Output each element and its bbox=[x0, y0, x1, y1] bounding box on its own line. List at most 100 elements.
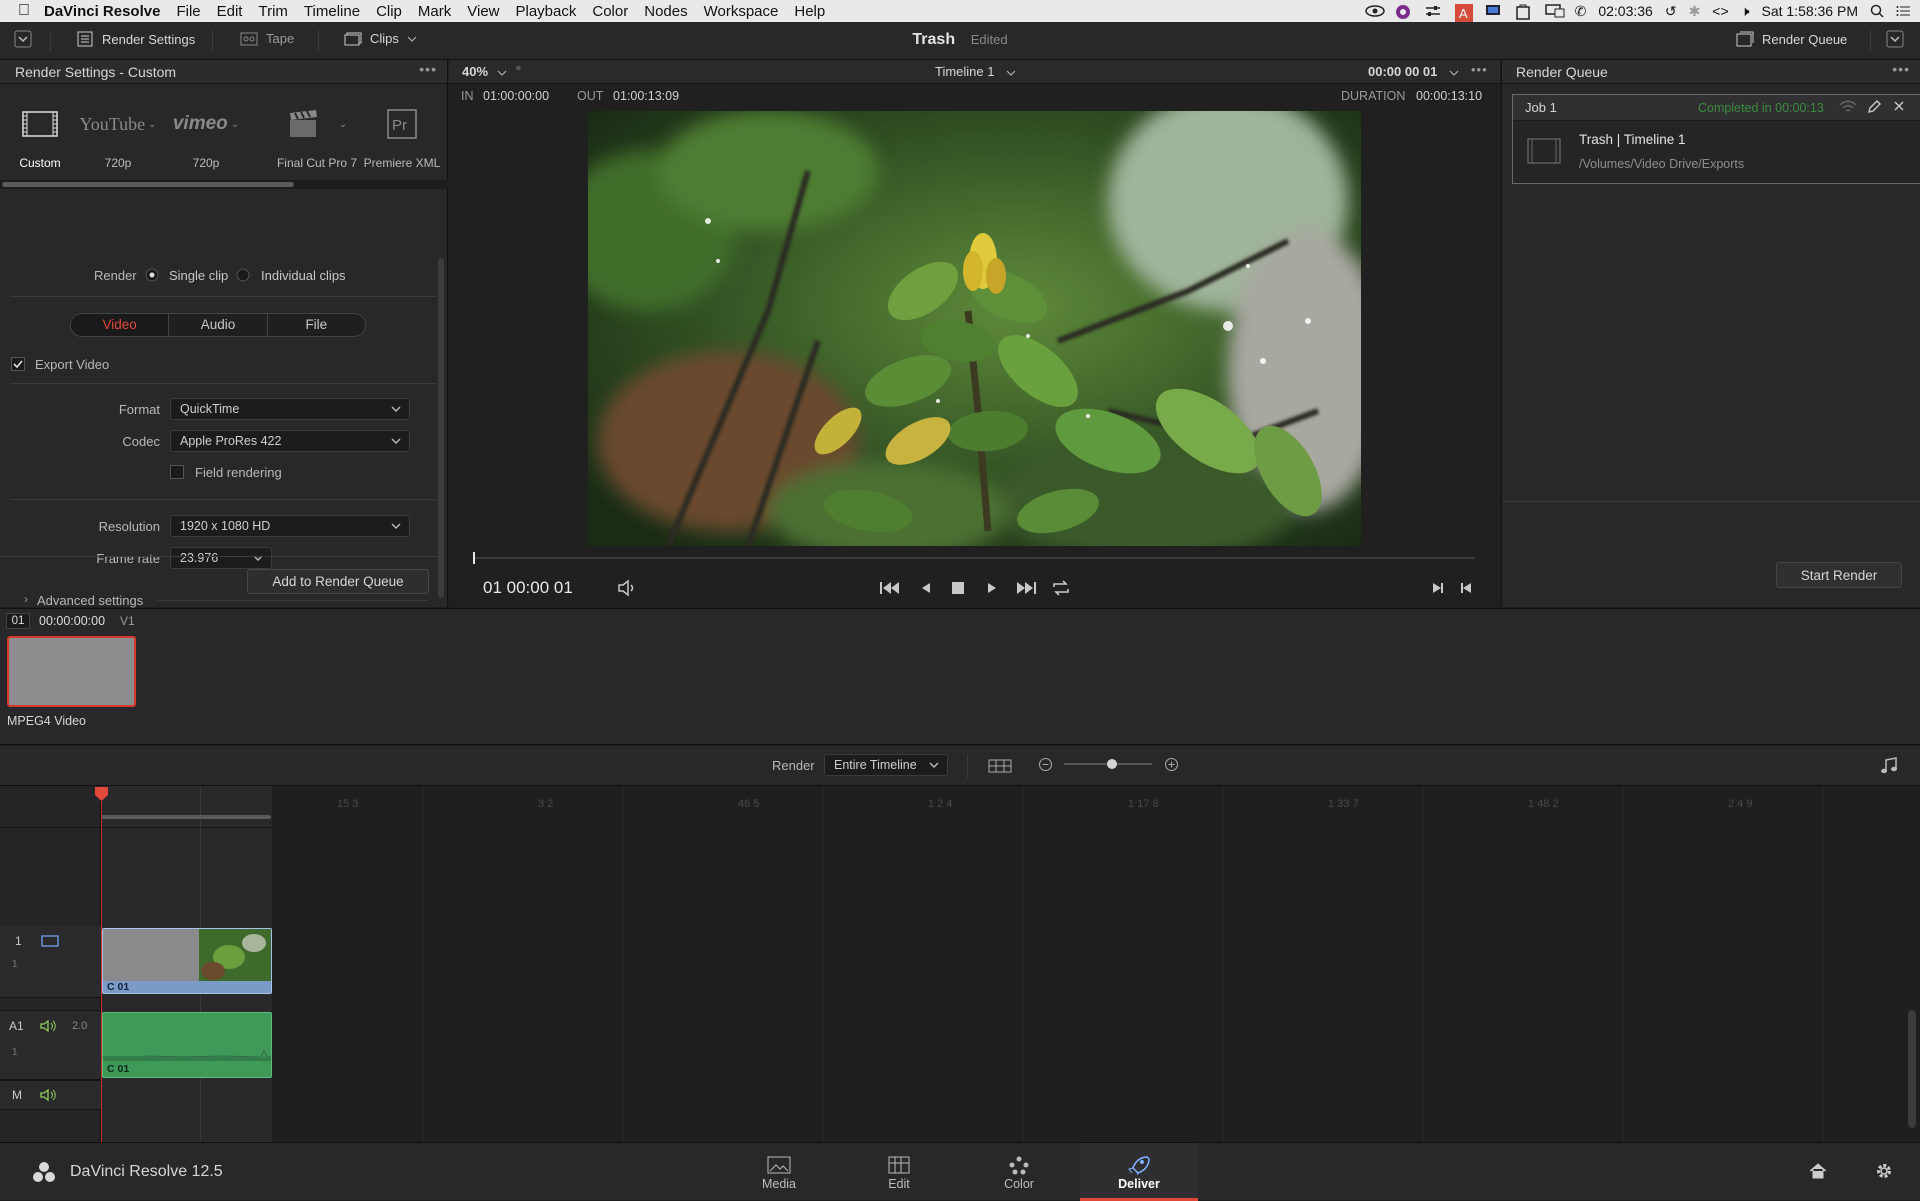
zoom-slider[interactable] bbox=[1064, 759, 1152, 769]
target-tray-icon[interactable] bbox=[1395, 4, 1413, 19]
menu-trim[interactable]: Trim bbox=[258, 3, 287, 20]
stop-icon[interactable] bbox=[951, 581, 965, 595]
video-track-icon[interactable] bbox=[41, 934, 59, 948]
next-clip-icon[interactable] bbox=[1431, 581, 1445, 595]
resolution-dropdown[interactable]: 1920 x 1080 HD bbox=[170, 515, 410, 537]
tab-video[interactable]: Video bbox=[71, 314, 170, 336]
menu-mark[interactable]: Mark bbox=[418, 3, 451, 20]
menu-view[interactable]: View bbox=[467, 3, 499, 20]
more-options-icon[interactable]: ••• bbox=[1471, 62, 1488, 77]
apple-menu-icon[interactable]:  bbox=[18, 2, 30, 20]
format-dropdown[interactable]: QuickTime bbox=[170, 398, 410, 420]
start-render-button[interactable]: Start Render bbox=[1776, 562, 1902, 588]
menu-workspace[interactable]: Workspace bbox=[704, 3, 779, 20]
menu-app[interactable]: DaVinci Resolve bbox=[44, 3, 160, 20]
menu-help[interactable]: Help bbox=[794, 3, 825, 20]
menu-nodes[interactable]: Nodes bbox=[644, 3, 687, 20]
clip-thumbnail[interactable] bbox=[7, 636, 136, 707]
individual-clips-radio[interactable] bbox=[236, 268, 250, 282]
page-tab-media[interactable]: Media bbox=[720, 1143, 838, 1201]
zoom-in-icon[interactable] bbox=[1164, 757, 1179, 772]
page-tab-deliver[interactable]: Deliver bbox=[1080, 1143, 1198, 1201]
render-settings-button[interactable]: Render Settings bbox=[76, 31, 195, 47]
scrubber-playhead[interactable] bbox=[473, 552, 475, 564]
panel-collapse-right-button[interactable] bbox=[1886, 30, 1904, 48]
timeline-view-icon[interactable] bbox=[988, 758, 1012, 774]
timeline-scrollbar[interactable] bbox=[1908, 1010, 1916, 1128]
gear-icon[interactable] bbox=[1874, 1161, 1894, 1181]
timeline[interactable]: 15 3 3 2 46 5 1 2 4 1 17 8 1 33 7 1 48 2… bbox=[0, 786, 1920, 1142]
timeline-dropdown[interactable]: Timeline 1 bbox=[935, 64, 994, 79]
loop-icon[interactable] bbox=[1051, 579, 1071, 597]
clock[interactable]: Sat 1:58:36 PM bbox=[1761, 3, 1858, 19]
preset-custom[interactable]: Custom bbox=[0, 104, 80, 170]
timemachine-icon[interactable]: ↺ bbox=[1665, 3, 1677, 20]
eye-tray-icon[interactable] bbox=[1364, 4, 1385, 18]
spotlight-icon[interactable] bbox=[1870, 4, 1884, 18]
menu-clip[interactable]: Clip bbox=[376, 3, 402, 20]
clips-button[interactable]: Clips bbox=[344, 31, 417, 46]
bag-tray-icon[interactable] bbox=[1515, 4, 1533, 20]
menu-playback[interactable]: Playback bbox=[516, 3, 577, 20]
menu-edit[interactable]: Edit bbox=[217, 3, 243, 20]
notification-center-icon[interactable] bbox=[1896, 5, 1910, 17]
zoom-out-icon[interactable] bbox=[1038, 757, 1053, 772]
sliders-tray-icon[interactable] bbox=[1425, 4, 1443, 18]
video-clip[interactable]: C 01 bbox=[102, 928, 272, 994]
preset-scrollbar-thumb[interactable] bbox=[2, 182, 294, 187]
timeline-zoom-range[interactable] bbox=[101, 815, 271, 819]
render-job[interactable]: Job 1 Completed in 00:00:13 Trash | Time… bbox=[1512, 94, 1920, 184]
playhead-line[interactable] bbox=[101, 786, 102, 1142]
play-icon[interactable] bbox=[985, 580, 999, 596]
home-icon[interactable] bbox=[1808, 1161, 1828, 1181]
audio-track-header[interactable]: A1 2.0 1 bbox=[0, 1010, 101, 1080]
preset-scrollbar[interactable] bbox=[0, 180, 448, 189]
preset-premiere[interactable]: Pr Premiere XML bbox=[362, 104, 442, 170]
page-tab-color[interactable]: Color bbox=[960, 1143, 1078, 1201]
previous-clip-icon[interactable] bbox=[1459, 581, 1473, 595]
jump-to-end-icon[interactable] bbox=[1015, 580, 1037, 596]
zoom-slider-thumb[interactable] bbox=[1107, 759, 1118, 769]
timeline-ruler[interactable] bbox=[0, 786, 272, 828]
zoom-dropdown[interactable]: 40% bbox=[462, 64, 488, 79]
menu-color[interactable]: Color bbox=[592, 3, 628, 20]
settings-scrollbar[interactable] bbox=[438, 258, 444, 598]
preset-final-cut[interactable]: ⌄ Final Cut Pro 7 bbox=[262, 104, 372, 170]
render-range-dropdown[interactable]: Entire Timeline bbox=[824, 754, 948, 776]
master-track-header[interactable]: M bbox=[0, 1080, 101, 1110]
render-queue-button[interactable]: Render Queue bbox=[1736, 31, 1847, 47]
edit-job-icon[interactable] bbox=[1867, 100, 1881, 114]
more-options-icon[interactable]: ••• bbox=[419, 61, 437, 77]
tab-audio[interactable]: Audio bbox=[169, 314, 268, 336]
speaker-icon[interactable] bbox=[39, 1019, 57, 1033]
speaker-icon[interactable] bbox=[39, 1088, 57, 1102]
audio-clip[interactable]: C 01 bbox=[102, 1012, 272, 1078]
volume-icon[interactable] bbox=[617, 579, 637, 597]
jump-to-start-icon[interactable] bbox=[879, 580, 901, 596]
volume-icon[interactable]: 🕨 bbox=[1741, 3, 1750, 20]
tab-file[interactable]: File bbox=[268, 314, 365, 336]
bluetooth-icon[interactable]: ✱ bbox=[1689, 3, 1701, 20]
menu-timeline[interactable]: Timeline bbox=[304, 3, 360, 20]
phone-timer-icon[interactable]: ✆ bbox=[1575, 3, 1587, 20]
viewer-timecode[interactable]: 01 00:00 01 bbox=[483, 578, 573, 598]
page-tab-edit[interactable]: Edit bbox=[840, 1143, 958, 1201]
video-track-header[interactable]: 1 1 bbox=[0, 926, 101, 998]
scrubber-bar[interactable] bbox=[473, 552, 1475, 564]
menu-file[interactable]: File bbox=[176, 3, 200, 20]
preset-vimeo[interactable]: vimeo ⌄ 720p bbox=[166, 104, 246, 170]
close-icon[interactable] bbox=[1893, 100, 1905, 112]
field-rendering-checkbox[interactable] bbox=[170, 465, 184, 479]
monitor-tray-icon[interactable] bbox=[1485, 4, 1503, 18]
music-note-icon[interactable] bbox=[1880, 757, 1898, 775]
advanced-settings-toggle[interactable]: Advanced settings bbox=[37, 593, 143, 608]
play-reverse-icon[interactable] bbox=[919, 580, 933, 596]
preset-youtube[interactable]: YouTube ⌄ 720p bbox=[78, 104, 158, 171]
viewer-timecode-top[interactable]: 00:00 00 01 bbox=[1368, 64, 1437, 79]
text-tray-icon[interactable]: A bbox=[1454, 4, 1473, 22]
more-options-icon[interactable]: ••• bbox=[1892, 61, 1910, 77]
viewer-image[interactable] bbox=[588, 111, 1361, 546]
add-to-render-queue-button[interactable]: Add to Render Queue bbox=[247, 569, 429, 594]
tape-button[interactable]: Tape bbox=[240, 31, 294, 46]
chevron-right-icon[interactable]: › bbox=[24, 592, 28, 606]
